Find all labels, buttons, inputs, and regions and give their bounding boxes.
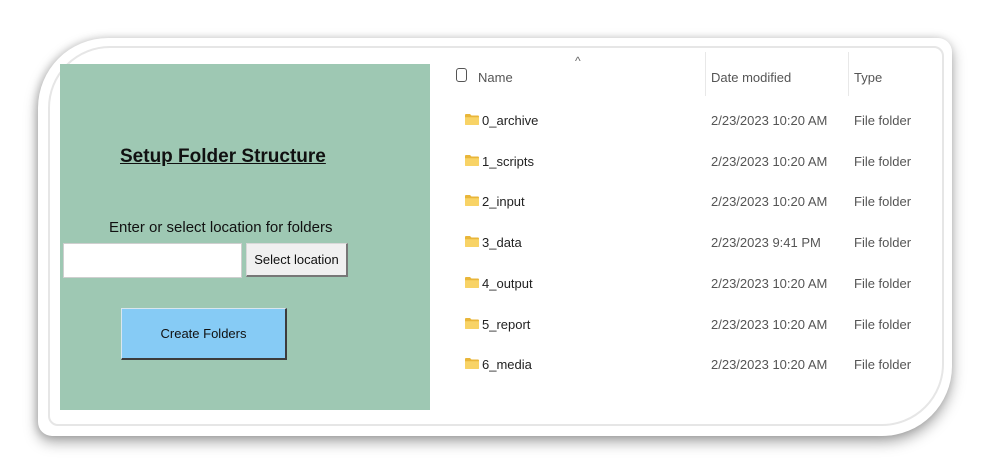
folder-name: 1_scripts xyxy=(482,153,535,169)
sort-ascending-icon: ^ xyxy=(575,54,581,68)
list-item[interactable]: 3_data 2/23/2023 9:41 PM File folder xyxy=(440,224,940,264)
folder-name: 2_input xyxy=(482,194,525,210)
folder-icon xyxy=(465,236,479,248)
date-modified: 2/23/2023 10:20 AM xyxy=(711,357,828,373)
column-separator[interactable] xyxy=(848,52,849,96)
file-type: File folder xyxy=(854,194,912,210)
folder-icon xyxy=(465,317,479,329)
folder-icon xyxy=(465,358,479,370)
folder-icon xyxy=(465,154,479,166)
date-modified: 2/23/2023 10:20 AM xyxy=(711,275,828,291)
date-modified: 2/23/2023 10:20 AM xyxy=(711,194,828,210)
list-item[interactable]: 0_archive 2/23/2023 10:20 AM File folder xyxy=(440,102,940,142)
location-input[interactable] xyxy=(63,243,242,278)
file-type: File folder xyxy=(854,316,912,332)
column-header-type[interactable]: Type xyxy=(854,70,882,85)
folder-icon xyxy=(465,114,479,125)
date-modified: 2/23/2023 10:20 AM xyxy=(711,316,828,332)
column-header-name[interactable]: Name xyxy=(478,70,513,85)
folder-name: 3_data xyxy=(482,235,522,251)
list-item[interactable]: 1_scripts 2/23/2023 10:20 AM File folder xyxy=(440,143,940,183)
select-all-checkbox[interactable] xyxy=(456,68,467,82)
list-item[interactable]: 2_input 2/23/2023 10:20 AM File folder xyxy=(440,183,940,223)
select-location-button[interactable]: Select location xyxy=(246,243,348,277)
list-item[interactable]: 6_media 2/23/2023 10:20 AM File folder xyxy=(440,346,940,386)
column-separator[interactable] xyxy=(705,52,706,96)
file-type: File folder xyxy=(854,113,912,128)
folder-icon xyxy=(465,276,479,288)
folder-name: 5_report xyxy=(482,316,531,332)
folder-name: 6_media xyxy=(482,357,532,373)
panel-title: Setup Folder Structure xyxy=(120,146,326,167)
file-type: File folder xyxy=(854,153,912,169)
column-header-date-modified[interactable]: Date modified xyxy=(711,70,791,85)
list-item[interactable]: 5_report 2/23/2023 10:20 AM File folder xyxy=(440,306,940,346)
create-folders-button[interactable]: Create Folders xyxy=(121,308,287,360)
file-type: File folder xyxy=(854,357,912,373)
date-modified: 2/23/2023 10:20 AM xyxy=(711,113,828,128)
date-modified: 2/23/2023 10:20 AM xyxy=(711,153,828,169)
folder-name: 4_output xyxy=(482,275,533,291)
file-type: File folder xyxy=(854,275,912,291)
date-modified: 2/23/2023 9:41 PM xyxy=(711,235,821,251)
folder-name: 0_archive xyxy=(482,113,539,128)
column-header-row: Name ^ Date modified Type xyxy=(440,52,940,102)
folder-icon xyxy=(465,195,479,207)
file-type: File folder xyxy=(854,235,912,251)
list-item[interactable]: 4_output 2/23/2023 10:20 AM File folder xyxy=(440,265,940,305)
location-prompt: Enter or select location for folders xyxy=(109,219,333,236)
file-explorer-list: Name ^ Date modified Type 0_archive 2/23/… xyxy=(440,52,940,412)
